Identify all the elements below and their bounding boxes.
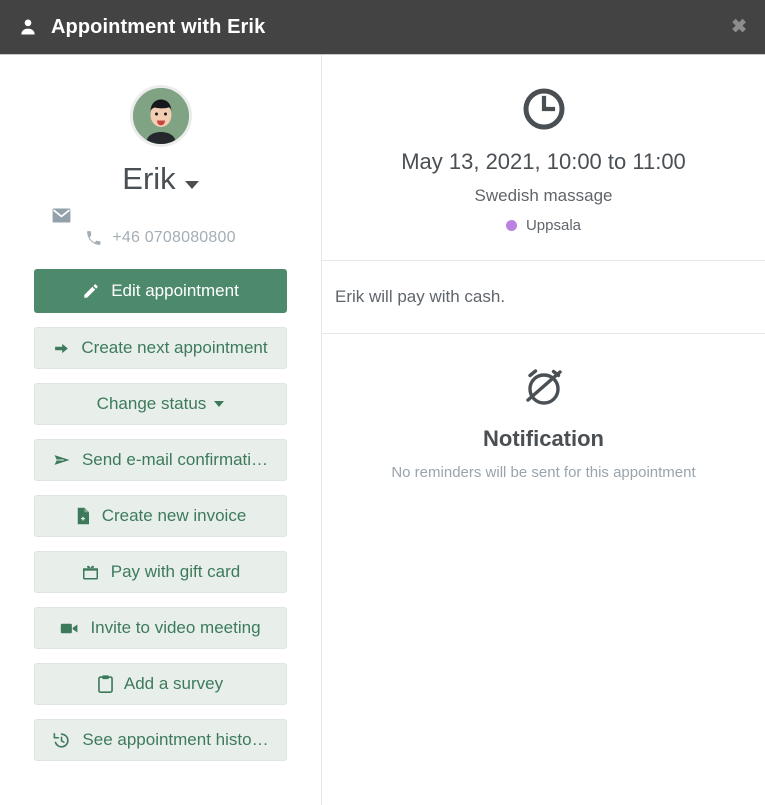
button-label: Create next appointment: [81, 338, 268, 357]
button-label: Change status: [96, 394, 207, 413]
avatar-wrapper: [34, 85, 287, 147]
gift-card-icon: [82, 565, 98, 580]
send-email-confirmation-button[interactable]: Send e-mail confirmati…: [34, 439, 287, 481]
history-icon: [53, 732, 70, 748]
button-label: Edit appointment: [111, 281, 239, 300]
add-a-survey-button[interactable]: Add a survey: [34, 663, 287, 705]
phone-icon: [87, 230, 101, 245]
client-panel: Erik +46 0708080800 Edit appointment Cre…: [0, 55, 322, 805]
button-label: Send e-mail confirmati…: [81, 450, 269, 469]
notification-section: Notification No reminders will be sent f…: [322, 334, 765, 481]
dialog-body: Erik +46 0708080800 Edit appointment Cre…: [0, 55, 765, 805]
button-label: See appointment histo…: [82, 730, 269, 749]
client-name[interactable]: Erik: [122, 163, 175, 194]
invite-to-video-meeting-button[interactable]: Invite to video meeting: [34, 607, 287, 649]
create-new-invoice-button[interactable]: Create new invoice: [34, 495, 287, 537]
notification-title: Notification: [483, 426, 604, 451]
appointment-datetime: May 13, 2021, 10:00 to 11:00: [401, 149, 686, 174]
avatar[interactable]: [129, 85, 192, 147]
appointment-location: Uppsala: [525, 217, 582, 234]
person-icon: [21, 19, 35, 35]
button-label: Add a survey: [123, 674, 224, 693]
close-icon[interactable]: ✖: [731, 18, 747, 37]
payment-note: Erik will pay with cash.: [335, 287, 506, 306]
appointment-location-row: Uppsala: [344, 217, 743, 234]
clipboard-icon: [98, 675, 113, 693]
button-label: Invite to video meeting: [90, 618, 261, 637]
envelope-icon[interactable]: [52, 208, 71, 223]
pencil-icon: [84, 284, 98, 298]
appointment-summary: May 13, 2021, 10:00 to 11:00 Swedish mas…: [322, 85, 765, 260]
client-phone-row[interactable]: +46 0708080800: [34, 229, 287, 247]
clock-icon-wrapper: [344, 85, 743, 133]
button-label: Create new invoice: [101, 506, 247, 525]
change-status-button[interactable]: Change status: [34, 383, 287, 425]
edit-appointment-button[interactable]: Edit appointment: [34, 269, 287, 313]
file-plus-icon: [77, 507, 89, 525]
pay-with-gift-card-button[interactable]: Pay with gift card: [34, 551, 287, 593]
create-next-appointment-button[interactable]: Create next appointment: [34, 327, 287, 369]
location-color-dot: [505, 220, 517, 231]
appointment-service: Swedish massage: [474, 186, 613, 205]
clock-icon: [523, 88, 564, 130]
see-appointment-history-button[interactable]: See appointment histo…: [34, 719, 287, 761]
arrow-right-icon: [55, 343, 69, 353]
notification-subtitle: No reminders will be sent for this appoi…: [391, 464, 696, 481]
client-name-row: Erik: [34, 147, 287, 194]
alarm-icon-wrapper: [344, 362, 743, 412]
client-email-row[interactable]: [34, 208, 287, 223]
details-panel: May 13, 2021, 10:00 to 11:00 Swedish mas…: [322, 55, 765, 805]
dialog-titlebar: Appointment with Erik ✖: [0, 0, 765, 55]
paper-plane-icon: [54, 455, 70, 465]
chevron-down-icon[interactable]: [184, 180, 199, 189]
client-phone: +46 0708080800: [112, 229, 236, 246]
dialog-title: Appointment with Erik: [51, 15, 266, 38]
chevron-down-icon: [214, 401, 225, 407]
button-label: Pay with gift card: [110, 562, 241, 581]
alarm-off-icon: [525, 369, 562, 405]
video-camera-icon: [61, 623, 78, 633]
action-button-list: Edit appointment Create next appointment…: [34, 269, 287, 761]
